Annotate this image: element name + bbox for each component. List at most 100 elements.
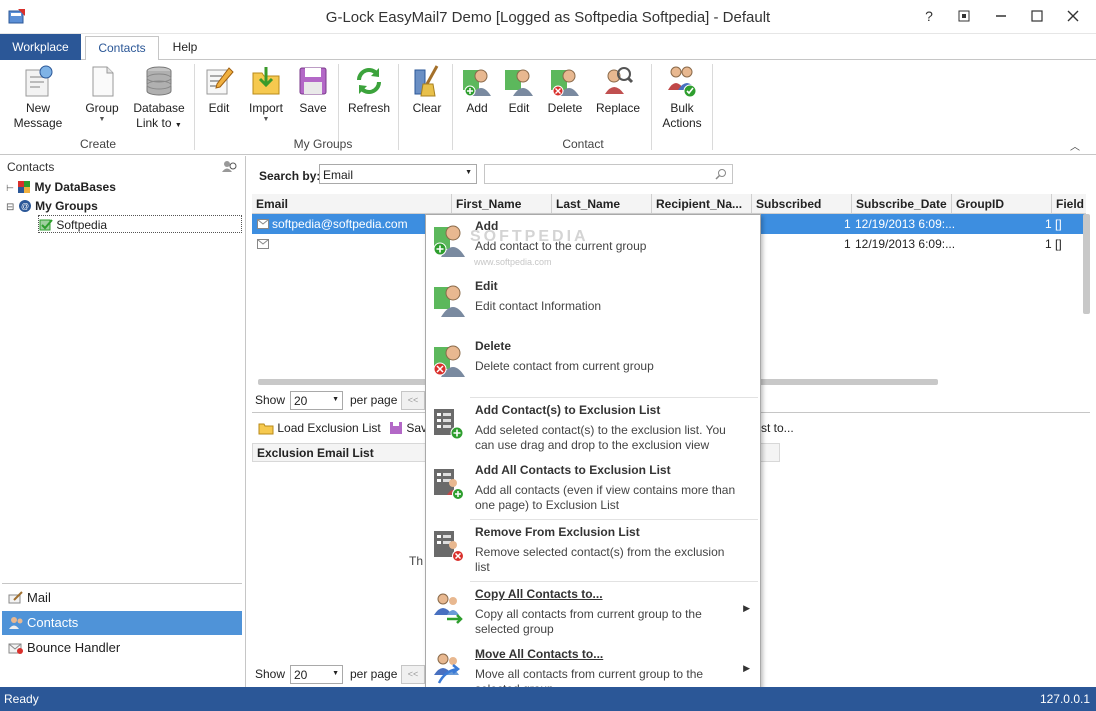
move-contacts-icon xyxy=(434,653,461,684)
replace-button[interactable]: Replace xyxy=(593,64,643,116)
minimize-icon[interactable] xyxy=(990,6,1012,26)
menu-item-add-to-exclusion[interactable]: Add Contact(s) to Exclusion List Add sel… xyxy=(426,399,760,459)
ribbon-divider xyxy=(452,64,453,150)
load-exclusion-list-button[interactable]: Load Exclusion List xyxy=(258,421,381,435)
add-contact-button[interactable]: Add xyxy=(458,64,496,116)
save-exclusion-list-button[interactable]: Sav xyxy=(389,421,427,435)
group-label-my-groups: My Groups xyxy=(293,137,353,151)
close-icon[interactable] xyxy=(1062,6,1084,26)
menu-separator xyxy=(470,519,758,520)
copy-contacts-icon xyxy=(434,593,463,624)
menu-separator xyxy=(470,581,758,582)
search-field-select[interactable]: Email ▼ xyxy=(319,164,477,184)
new-message-icon xyxy=(25,65,53,97)
nav-contacts[interactable]: Contacts xyxy=(2,611,242,635)
remove-from-exclusion-icon xyxy=(434,531,464,562)
context-menu: Add Add contact to the current group SOF… xyxy=(425,214,761,703)
contacts-panel-header: Contacts xyxy=(7,160,55,174)
edit-group-button[interactable]: Edit xyxy=(201,64,237,116)
status-text: Ready xyxy=(4,692,39,706)
exclusion-pager-prev-button[interactable]: << xyxy=(401,665,425,684)
softpedia-watermark: SOFTPEDIA xyxy=(470,228,589,245)
email-envelope-icon xyxy=(257,239,269,249)
nav-splitter[interactable] xyxy=(2,583,242,584)
restore-layout-icon[interactable] xyxy=(953,6,975,26)
menu-item-add[interactable]: Add Add contact to the current group SOF… xyxy=(426,215,760,275)
save-floppy-icon xyxy=(299,67,327,95)
search-by-label: Search by: xyxy=(259,169,321,183)
submenu-arrow-icon: ▶ xyxy=(743,603,750,613)
column-field[interactable]: Field xyxy=(1052,194,1086,214)
chevron-down-icon: ▼ xyxy=(332,396,339,403)
tree-item-softpedia[interactable]: Softpedia xyxy=(38,215,242,233)
save-button[interactable]: Save xyxy=(295,64,331,116)
column-exclusion-email[interactable]: Exclusion Email List xyxy=(257,446,374,460)
maximize-icon[interactable] xyxy=(1026,6,1048,26)
edit-contact-icon xyxy=(505,69,533,96)
help-button[interactable]: ? xyxy=(918,6,940,26)
tab-help[interactable]: Help xyxy=(163,36,207,61)
edit-contact-button[interactable]: Edit xyxy=(501,64,537,116)
ribbon: New Message Group ▼ Database Link to ▼ C… xyxy=(0,60,1096,155)
replace-search-icon xyxy=(605,67,634,94)
column-subscribe-date[interactable]: Subscribe_Date xyxy=(852,194,952,214)
nav-mail[interactable]: Mail xyxy=(2,586,242,610)
collapse-ribbon-icon[interactable]: ︿ xyxy=(1070,138,1080,153)
menu-item-delete[interactable]: Delete Delete contact from current group xyxy=(426,335,760,395)
column-recipient-name[interactable]: Recipient_Na... xyxy=(652,194,752,214)
ribbon-divider xyxy=(712,64,713,150)
delete-contact-icon xyxy=(551,69,579,97)
ribbon-tabs: Workplace Contacts Help xyxy=(0,34,1096,61)
ribbon-divider xyxy=(194,64,195,150)
pager-prev-button[interactable]: << xyxy=(401,391,425,410)
email-envelope-icon xyxy=(257,219,269,229)
per-page-select[interactable]: 20 ▼ xyxy=(290,391,343,410)
import-button[interactable]: Import ▼ xyxy=(245,64,287,124)
group-check-icon xyxy=(39,219,53,231)
search-row: Search by: Email ▼ xyxy=(247,160,1096,190)
tree-item-my-databases[interactable]: ⊢ My DataBases xyxy=(6,178,116,196)
group-button[interactable]: Group ▼ xyxy=(80,64,124,124)
nav-bounce-handler[interactable]: Bounce Handler xyxy=(2,636,242,660)
delete-contact-button[interactable]: Delete xyxy=(544,64,586,116)
search-icon[interactable] xyxy=(715,168,727,180)
chevron-down-icon: ▼ xyxy=(262,116,270,123)
column-subscribed[interactable]: Subscribed xyxy=(752,194,852,214)
database-link-button[interactable]: Database Link to ▼ xyxy=(130,64,188,133)
copy-exclusion-list-button[interactable]: st to... xyxy=(761,421,794,435)
tab-workplace[interactable]: Workplace xyxy=(0,34,81,60)
vertical-scrollbar[interactable] xyxy=(1083,214,1090,314)
tree-collapse-icon[interactable]: ⊟ xyxy=(6,202,14,213)
contacts-icon xyxy=(9,617,23,629)
column-group-id[interactable]: GroupID xyxy=(952,194,1052,214)
refresh-button[interactable]: Refresh xyxy=(346,64,392,116)
find-contacts-icon[interactable] xyxy=(222,159,238,176)
menu-item-remove-from-exclusion[interactable]: Remove From Exclusion List Remove select… xyxy=(426,521,760,581)
add-contact-icon xyxy=(463,69,491,97)
broom-icon xyxy=(414,65,439,97)
clear-button[interactable]: Clear xyxy=(408,64,446,116)
menu-separator xyxy=(470,397,758,398)
chevron-down-icon: ▼ xyxy=(98,116,106,123)
menu-item-edit[interactable]: Edit Edit contact Information xyxy=(426,275,760,335)
add-all-to-exclusion-icon xyxy=(434,469,464,500)
tab-contacts[interactable]: Contacts xyxy=(85,36,159,61)
column-email[interactable]: Email xyxy=(252,194,452,214)
edit-contact-icon xyxy=(434,285,465,317)
tree-item-my-groups[interactable]: ⊟ @ My Groups xyxy=(6,197,98,215)
new-message-button[interactable]: New Message xyxy=(12,64,64,131)
menu-item-add-all-to-exclusion[interactable]: Add All Contacts to Exclusion List Add a… xyxy=(426,459,760,519)
chevron-down-icon: ▼ xyxy=(465,169,472,176)
chevron-down-icon: ▼ xyxy=(174,122,182,129)
per-page-label: per page xyxy=(350,667,398,681)
bounce-handler-icon xyxy=(8,643,23,654)
contacts-grid-header: Email First_Name Last_Name Recipient_Na.… xyxy=(252,194,1086,214)
bulk-actions-button[interactable]: Bulk Actions xyxy=(658,64,706,131)
menu-item-copy-all-contacts[interactable]: Copy All Contacts to... Copy all contact… xyxy=(426,583,760,643)
exclusion-per-page-select[interactable]: 20 ▼ xyxy=(290,665,343,684)
search-input[interactable] xyxy=(484,164,733,184)
column-first-name[interactable]: First_Name xyxy=(452,194,552,214)
save-floppy-icon xyxy=(390,422,402,434)
ribbon-divider xyxy=(651,64,652,150)
column-last-name[interactable]: Last_Name xyxy=(552,194,652,214)
